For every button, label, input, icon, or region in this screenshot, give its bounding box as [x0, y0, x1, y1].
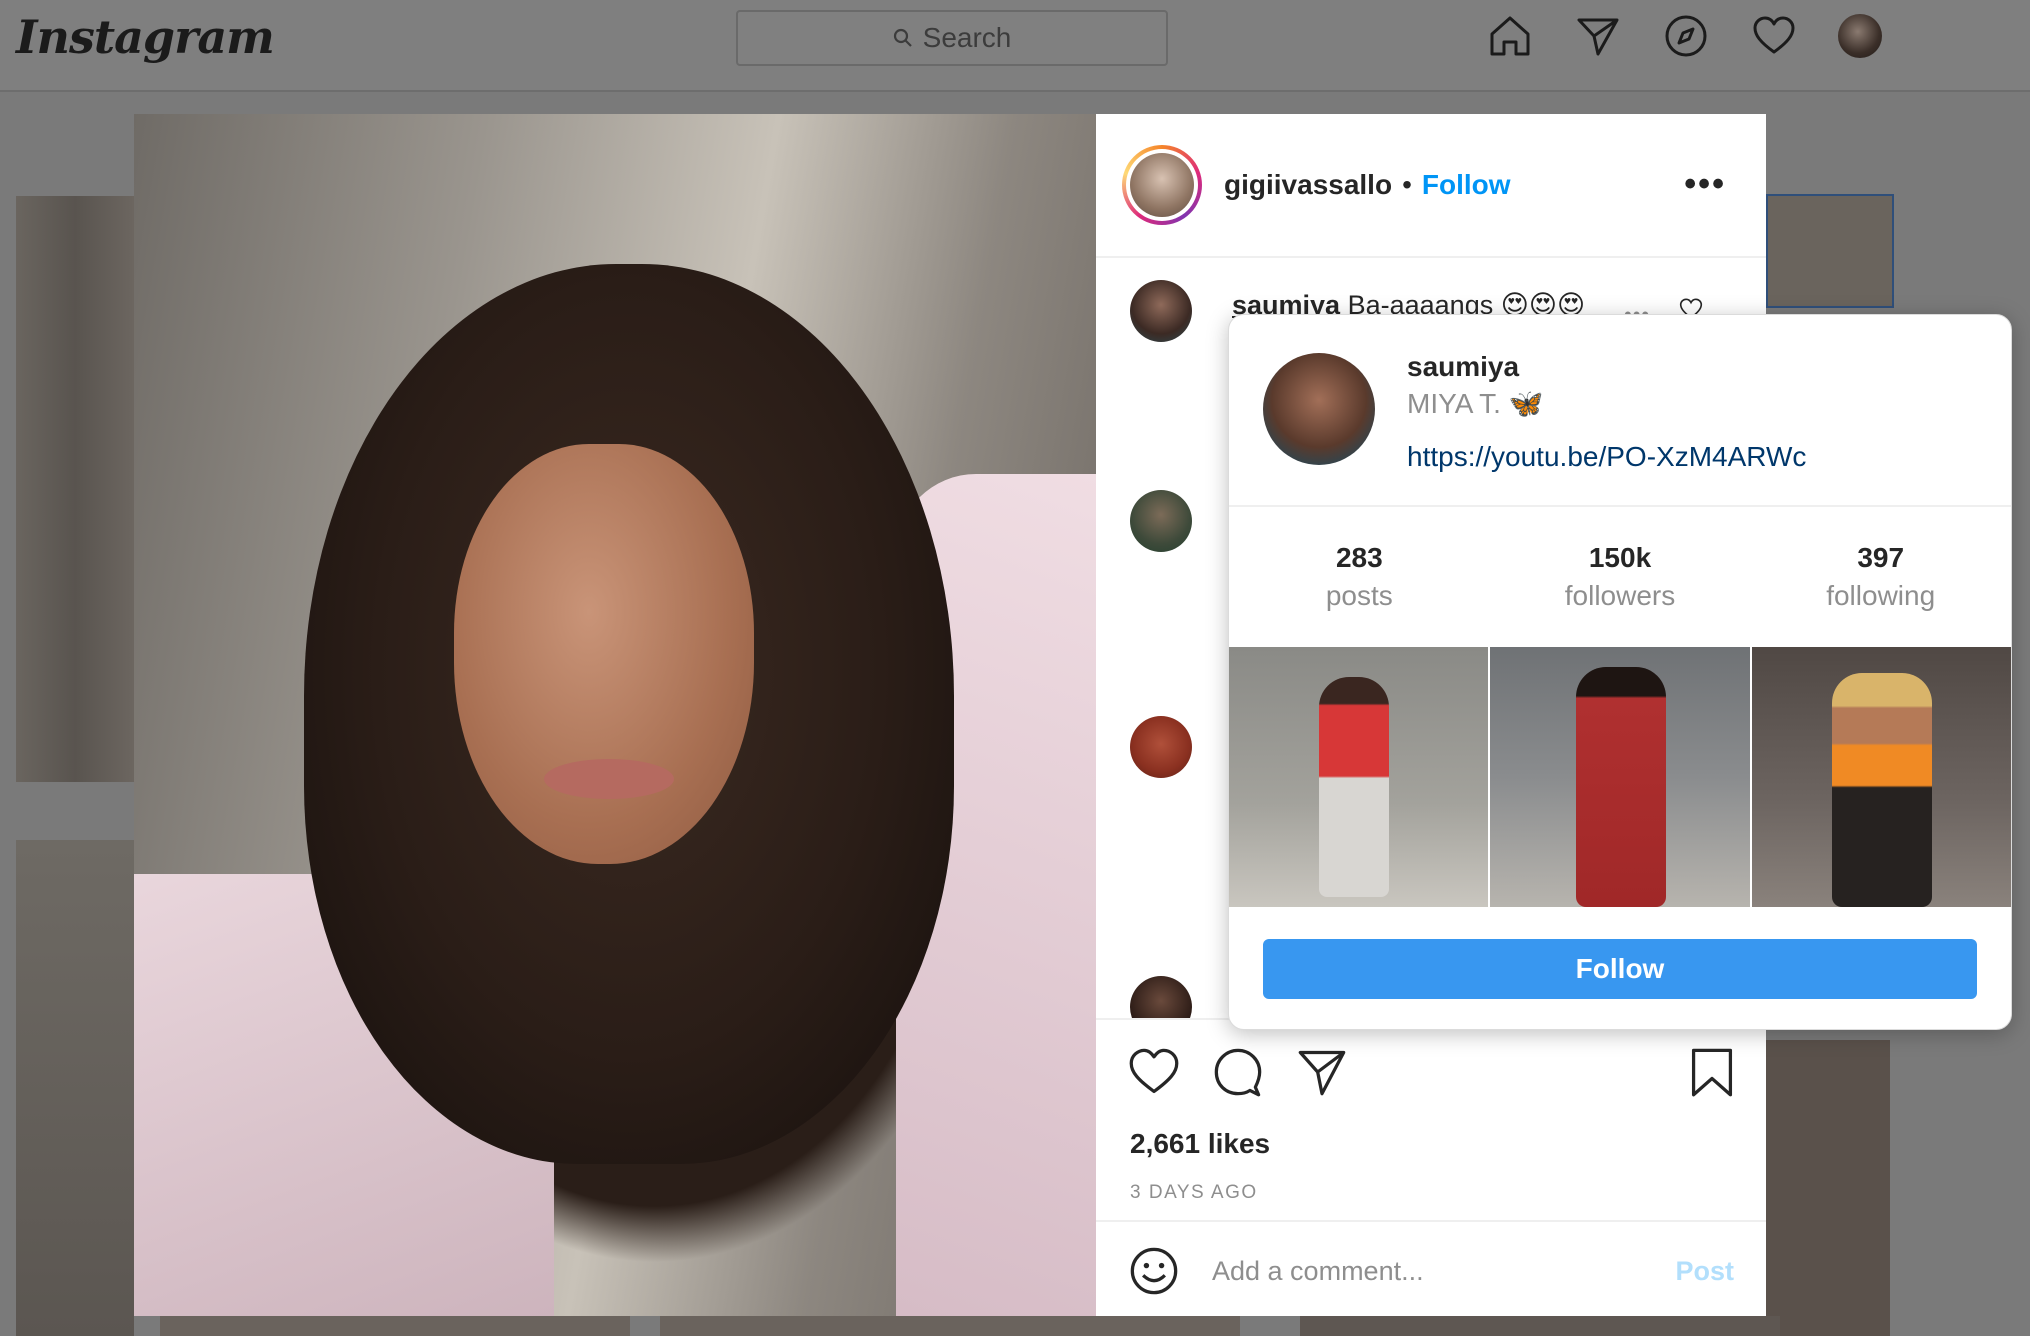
explore-icon[interactable] [1662, 12, 1710, 60]
home-icon[interactable] [1486, 12, 1534, 60]
hover-card-link[interactable]: https://youtu.be/PO-XzM4ARWc [1407, 441, 1806, 473]
photo-face [454, 444, 754, 864]
feed-thumbnail [160, 1316, 630, 1336]
commenter-avatar[interactable] [1130, 716, 1192, 778]
stat-label: posts [1325, 580, 1393, 611]
commenter-avatar[interactable] [1130, 976, 1192, 1018]
stat-label: following [1826, 580, 1936, 611]
stat-value: 397 [1857, 542, 1905, 573]
top-navigation-bar: Instagram Search [0, 0, 2030, 92]
like-heart-icon[interactable] [1128, 1046, 1180, 1098]
author-username[interactable]: gigiivassallo [1224, 169, 1392, 201]
feed-thumbnail [16, 840, 134, 1336]
profile-hover-card: saumiya MIYA T. 🦋 https://youtu.be/PO-Xz… [1228, 314, 2012, 1030]
commenter-avatar[interactable] [1130, 490, 1192, 552]
thumbnail-post[interactable] [1490, 647, 1750, 907]
comment-bar: Add a comment... Post [1096, 1220, 1766, 1320]
instagram-logo[interactable]: Instagram [16, 10, 275, 64]
activity-heart-icon[interactable] [1750, 12, 1798, 60]
stat-followers: 150k followers [1490, 507, 1751, 647]
story-ring-inner [1126, 149, 1198, 221]
photo-lips [544, 759, 674, 799]
nav-icons [1486, 12, 1882, 60]
commenter-avatar[interactable] [1130, 280, 1192, 342]
stat-value: 283 [1335, 542, 1383, 573]
bookmark-icon[interactable] [1686, 1046, 1738, 1098]
action-icons [1128, 1046, 1348, 1098]
post-comment-button[interactable]: Post [1675, 1256, 1734, 1287]
search-placeholder: Search [922, 22, 1012, 53]
more-options-icon[interactable]: ••• [1684, 167, 1726, 201]
thumbnail-post[interactable] [1751, 647, 2011, 907]
post-timestamp[interactable]: 3 DAYS AGO [1130, 1182, 1258, 1204]
profile-avatar[interactable] [1838, 14, 1882, 58]
post-header: gigiivassallo • Follow ••• [1096, 114, 1766, 258]
feed-thumbnail [16, 196, 134, 782]
stat-following: 397 following [1750, 507, 2011, 647]
emoji-smile-icon[interactable] [1128, 1245, 1180, 1297]
hover-card-username[interactable]: saumiya [1407, 351, 1519, 383]
search-box[interactable]: Search [736, 10, 1168, 66]
follow-button[interactable]: Follow [1263, 939, 1977, 999]
feed-thumbnail [1766, 1040, 1890, 1336]
hover-card-thumbnails [1229, 647, 2011, 907]
comment-input[interactable]: Add a comment... [1212, 1256, 1675, 1287]
author-avatar [1130, 153, 1194, 217]
thumbnail-post[interactable] [1229, 647, 1489, 907]
search-icon [893, 28, 912, 47]
hover-card-avatar[interactable] [1263, 353, 1375, 465]
comment-bubble-icon[interactable] [1212, 1046, 1264, 1098]
separator-dot: • [1402, 169, 1412, 200]
stat-label: followers [1564, 580, 1676, 611]
stat-posts: 283 posts [1229, 507, 1490, 647]
thumbnail-figure [1576, 667, 1667, 907]
feed-thumbnail [1766, 194, 1894, 308]
direct-icon[interactable] [1574, 12, 1622, 60]
stat-value: 150k [1588, 542, 1652, 573]
post-actions: 2,661 likes 3 DAYS AGO Add a comment... … [1096, 1018, 1766, 1318]
follow-link[interactable]: Follow [1422, 169, 1511, 201]
hover-card-full-name: MIYA T. 🦋 [1407, 388, 1544, 419]
hover-card-stats: 283 posts 150k followers 397 following [1229, 507, 2011, 647]
likes-count[interactable]: 2,661 likes [1130, 1128, 1270, 1160]
story-ring[interactable] [1122, 145, 1202, 225]
thumbnail-figure [1831, 673, 1932, 907]
thumbnail-figure [1319, 677, 1389, 897]
post-photo[interactable] [134, 114, 1096, 1316]
hover-card-header: saumiya MIYA T. 🦋 https://youtu.be/PO-Xz… [1229, 315, 2011, 507]
share-icon[interactable] [1296, 1046, 1348, 1098]
